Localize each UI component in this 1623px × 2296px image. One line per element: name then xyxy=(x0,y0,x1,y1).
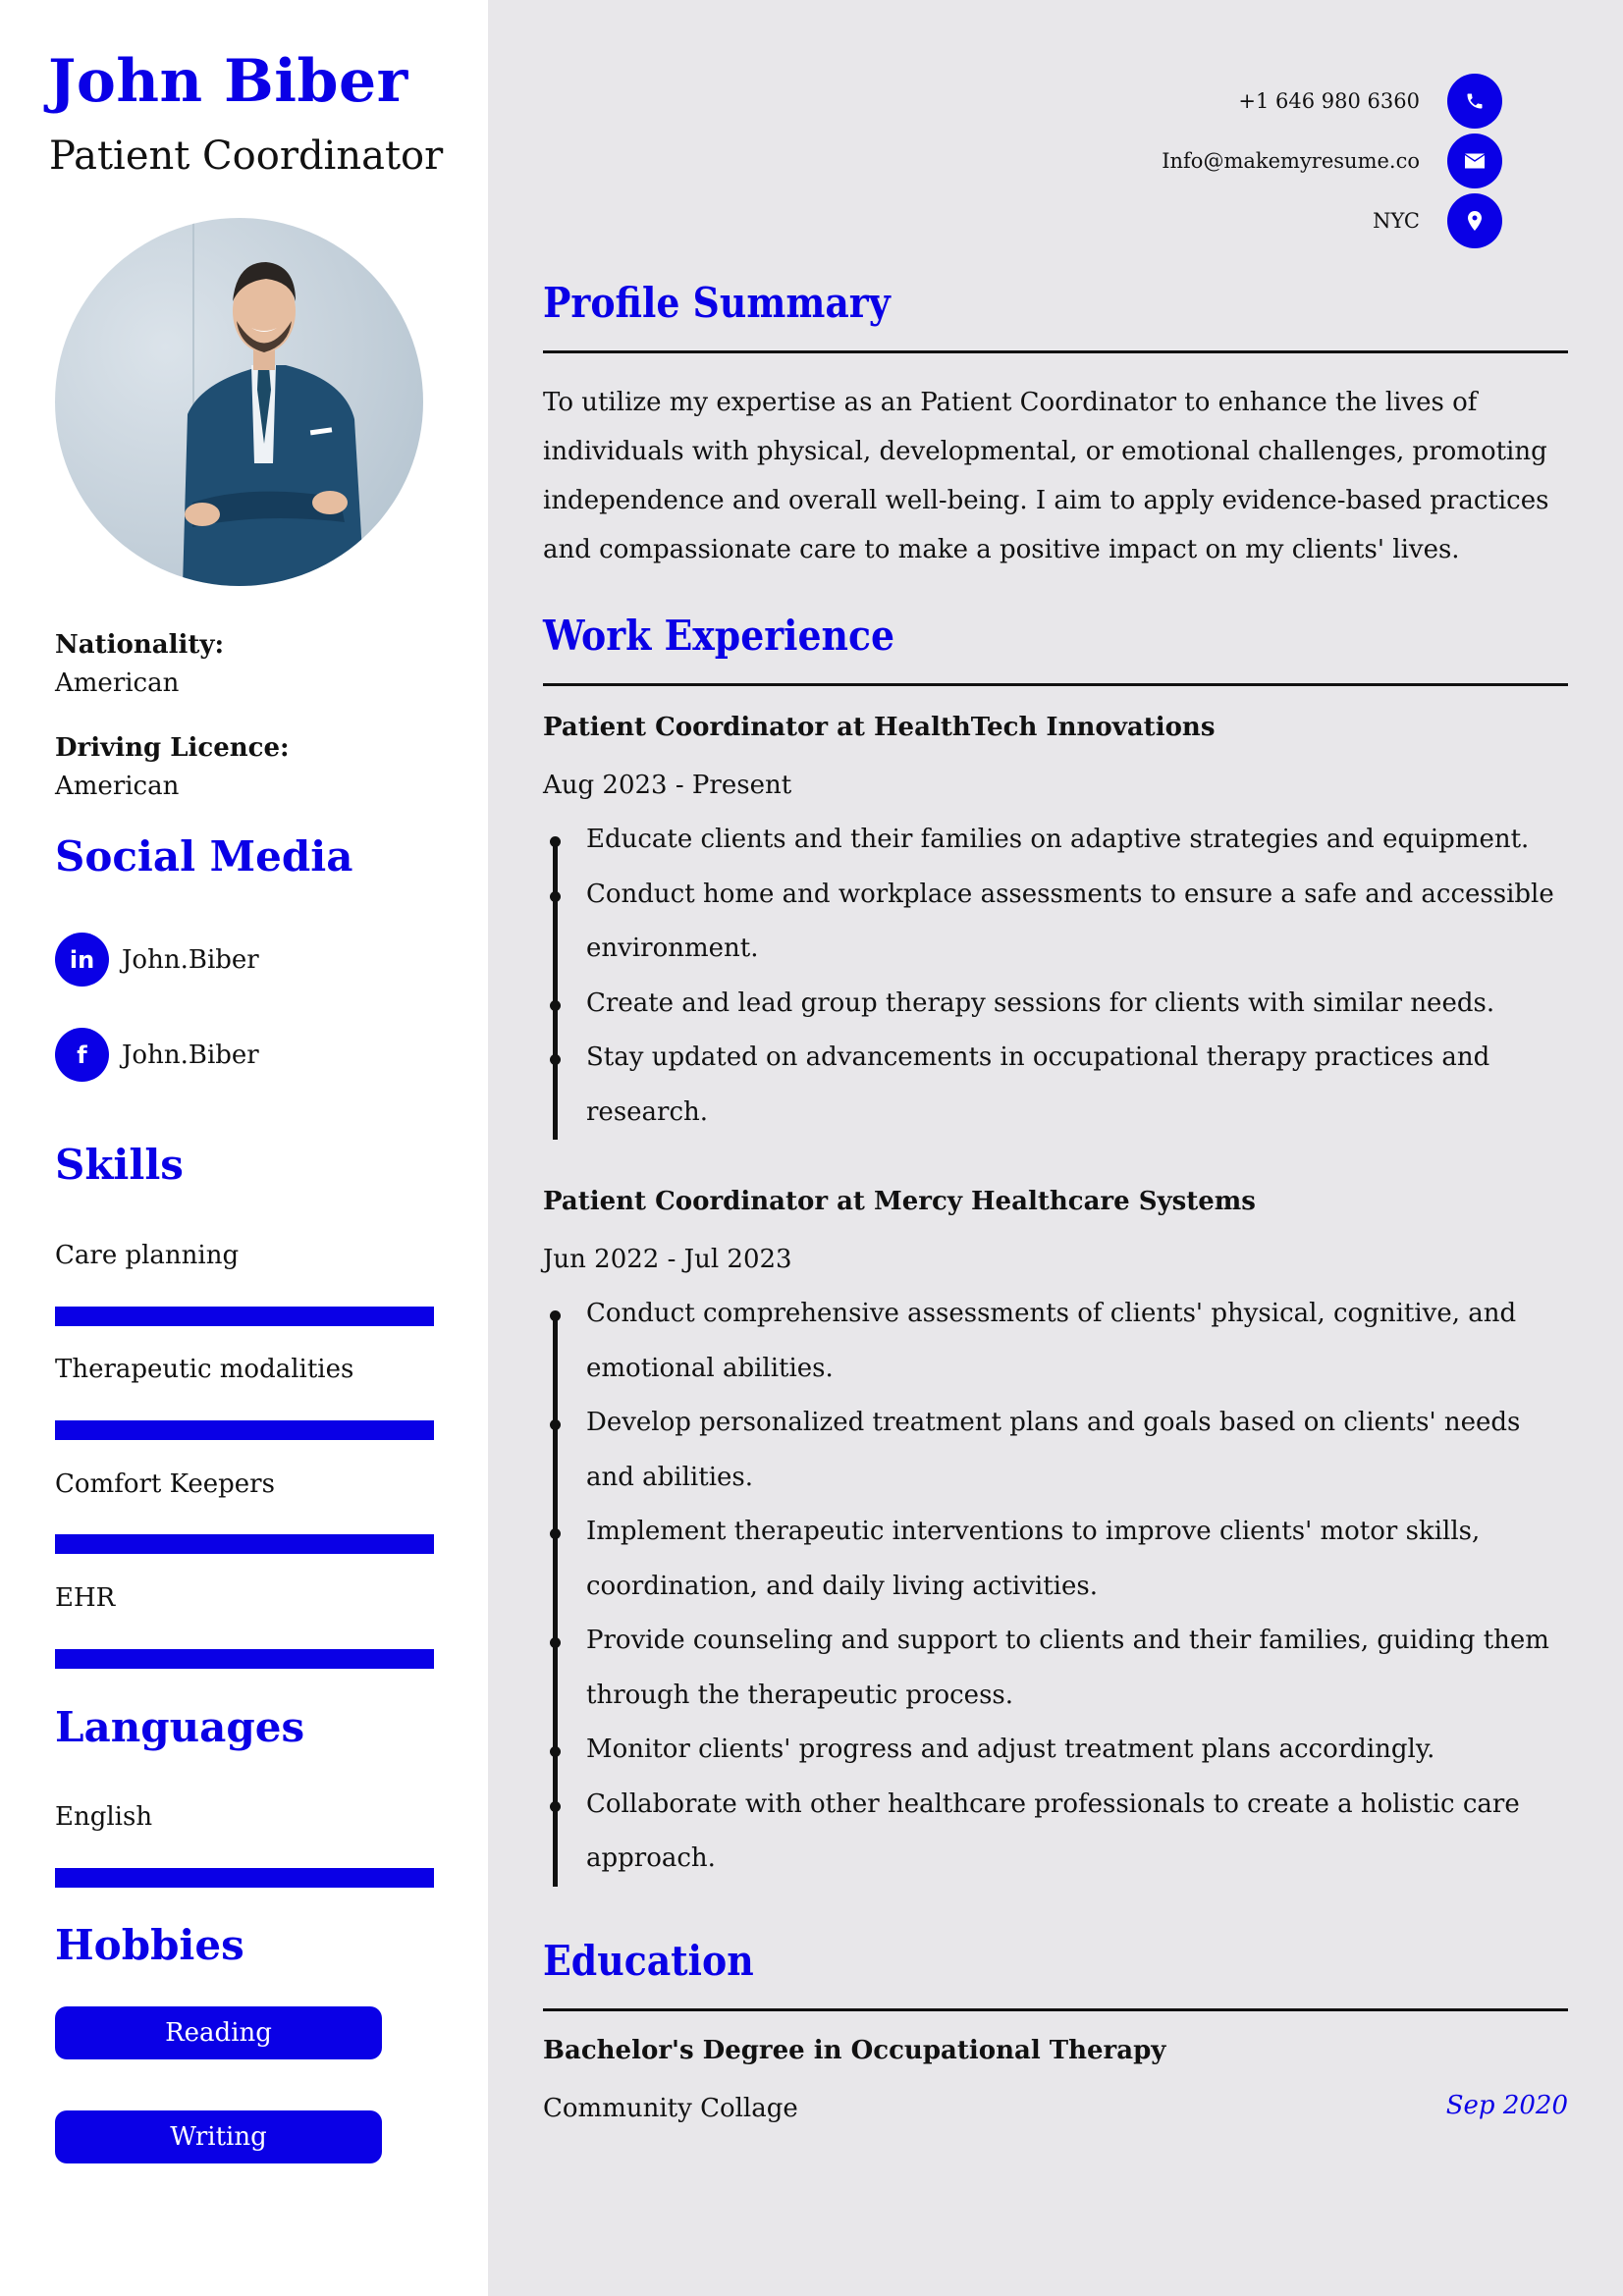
skills-heading: Skills xyxy=(55,1141,184,1189)
job-bullet: Conduct home and workplace assessments t… xyxy=(543,868,1574,1004)
skill-bar xyxy=(55,1649,434,1669)
social-media-heading: Social Media xyxy=(55,832,353,881)
skill-bar-fill xyxy=(55,1420,434,1440)
driving-licence-value: American xyxy=(55,772,180,801)
nationality-value: American xyxy=(55,668,180,698)
candidate-name: John Biber xyxy=(48,47,408,116)
job-dates-2: Jun 2022 - Jul 2023 xyxy=(543,1245,792,1274)
social-handle[interactable]: John.Biber xyxy=(122,945,259,975)
education-heading: Education xyxy=(543,1937,754,1985)
skill-bar xyxy=(55,1420,434,1440)
skill-label: Therapeutic modalities xyxy=(55,1355,354,1384)
sidebar: John Biber Patient Coordinator Nationali… xyxy=(0,0,488,2296)
job-bullet: Conduct comprehensive assessments of cli… xyxy=(543,1287,1574,1423)
hobby-chip-reading[interactable]: Reading xyxy=(55,2006,382,2059)
social-handle[interactable]: John.Biber xyxy=(122,1041,259,1070)
job-bullet: Collaborate with other healthcare profes… xyxy=(543,1778,1574,1887)
skill-bar xyxy=(55,1307,434,1326)
job-bullet: Provide counseling and support to client… xyxy=(543,1614,1574,1750)
skill-bar-fill xyxy=(55,1649,434,1669)
job-bullets-2: Conduct comprehensive assessments of cli… xyxy=(543,1287,1574,1887)
profile-summary-heading: Profile Summary xyxy=(543,279,891,327)
location-text: NYC xyxy=(1373,209,1420,233)
section-divider xyxy=(543,2008,1568,2011)
job-bullet: Stay updated on advancements in occupati… xyxy=(543,1031,1574,1140)
hobby-chip-writing[interactable]: Writing xyxy=(55,2110,382,2163)
profile-summary-text: To utilize my expertise as an Patient Co… xyxy=(543,388,1549,564)
work-experience-heading: Work Experience xyxy=(543,612,895,660)
skill-bar-fill xyxy=(55,1534,434,1554)
job-bullet: Implement therapeutic interventions to i… xyxy=(543,1505,1574,1641)
linkedin-icon: in xyxy=(55,933,109,987)
education-school: Community Collage xyxy=(543,2094,798,2123)
skill-bar xyxy=(55,1534,434,1554)
profile-photo xyxy=(55,218,423,586)
job-bullet: Develop personalized treatment plans and… xyxy=(543,1396,1574,1532)
language-bar xyxy=(55,1868,434,1888)
social-item-linkedin[interactable]: in John.Biber xyxy=(55,933,259,987)
contact-location: NYC xyxy=(1373,193,1502,248)
nationality-label: Nationality: xyxy=(55,630,225,660)
job-bullet: Monitor clients' progress and adjust tre… xyxy=(543,1723,1574,1804)
driving-licence-label: Driving Licence: xyxy=(55,733,290,763)
skill-bar-fill xyxy=(55,1307,434,1326)
skill-label: EHR xyxy=(55,1583,116,1613)
section-divider xyxy=(543,683,1568,686)
job-bullet: Create and lead group therapy sessions f… xyxy=(543,977,1574,1058)
phone-icon xyxy=(1447,74,1502,129)
contact-phone[interactable]: +1 646 980 6360 xyxy=(1238,74,1502,129)
education-date: Sep 2020 xyxy=(1445,2091,1568,2120)
job-title-2: Patient Coordinator at Mercy Healthcare … xyxy=(543,1187,1256,1216)
language-label: English xyxy=(55,1802,153,1832)
job-bullets-1: Educate clients and their families on ad… xyxy=(543,813,1574,1140)
job-dates-1: Aug 2023 - Present xyxy=(543,771,792,800)
job-title: Patient Coordinator xyxy=(49,133,444,179)
map-pin-icon xyxy=(1447,193,1502,248)
phone-text[interactable]: +1 646 980 6360 xyxy=(1238,89,1420,113)
email-text[interactable]: Info@makemyresume.co xyxy=(1162,149,1420,173)
languages-heading: Languages xyxy=(55,1703,305,1751)
portrait-illustration xyxy=(183,218,364,586)
section-divider xyxy=(543,350,1568,353)
education-degree: Bachelor's Degree in Occupational Therap… xyxy=(543,2036,1166,2065)
contact-email[interactable]: Info@makemyresume.co xyxy=(1162,133,1502,188)
job-title-1: Patient Coordinator at HealthTech Innova… xyxy=(543,713,1216,742)
social-item-facebook[interactable]: f John.Biber xyxy=(55,1028,259,1082)
language-bar-fill xyxy=(55,1868,434,1888)
job-bullet: Educate clients and their families on ad… xyxy=(543,813,1574,894)
hobbies-heading: Hobbies xyxy=(55,1921,244,1969)
skill-label: Comfort Keepers xyxy=(55,1469,275,1499)
skill-label: Care planning xyxy=(55,1241,240,1270)
facebook-icon: f xyxy=(55,1028,109,1082)
envelope-icon xyxy=(1447,133,1502,188)
